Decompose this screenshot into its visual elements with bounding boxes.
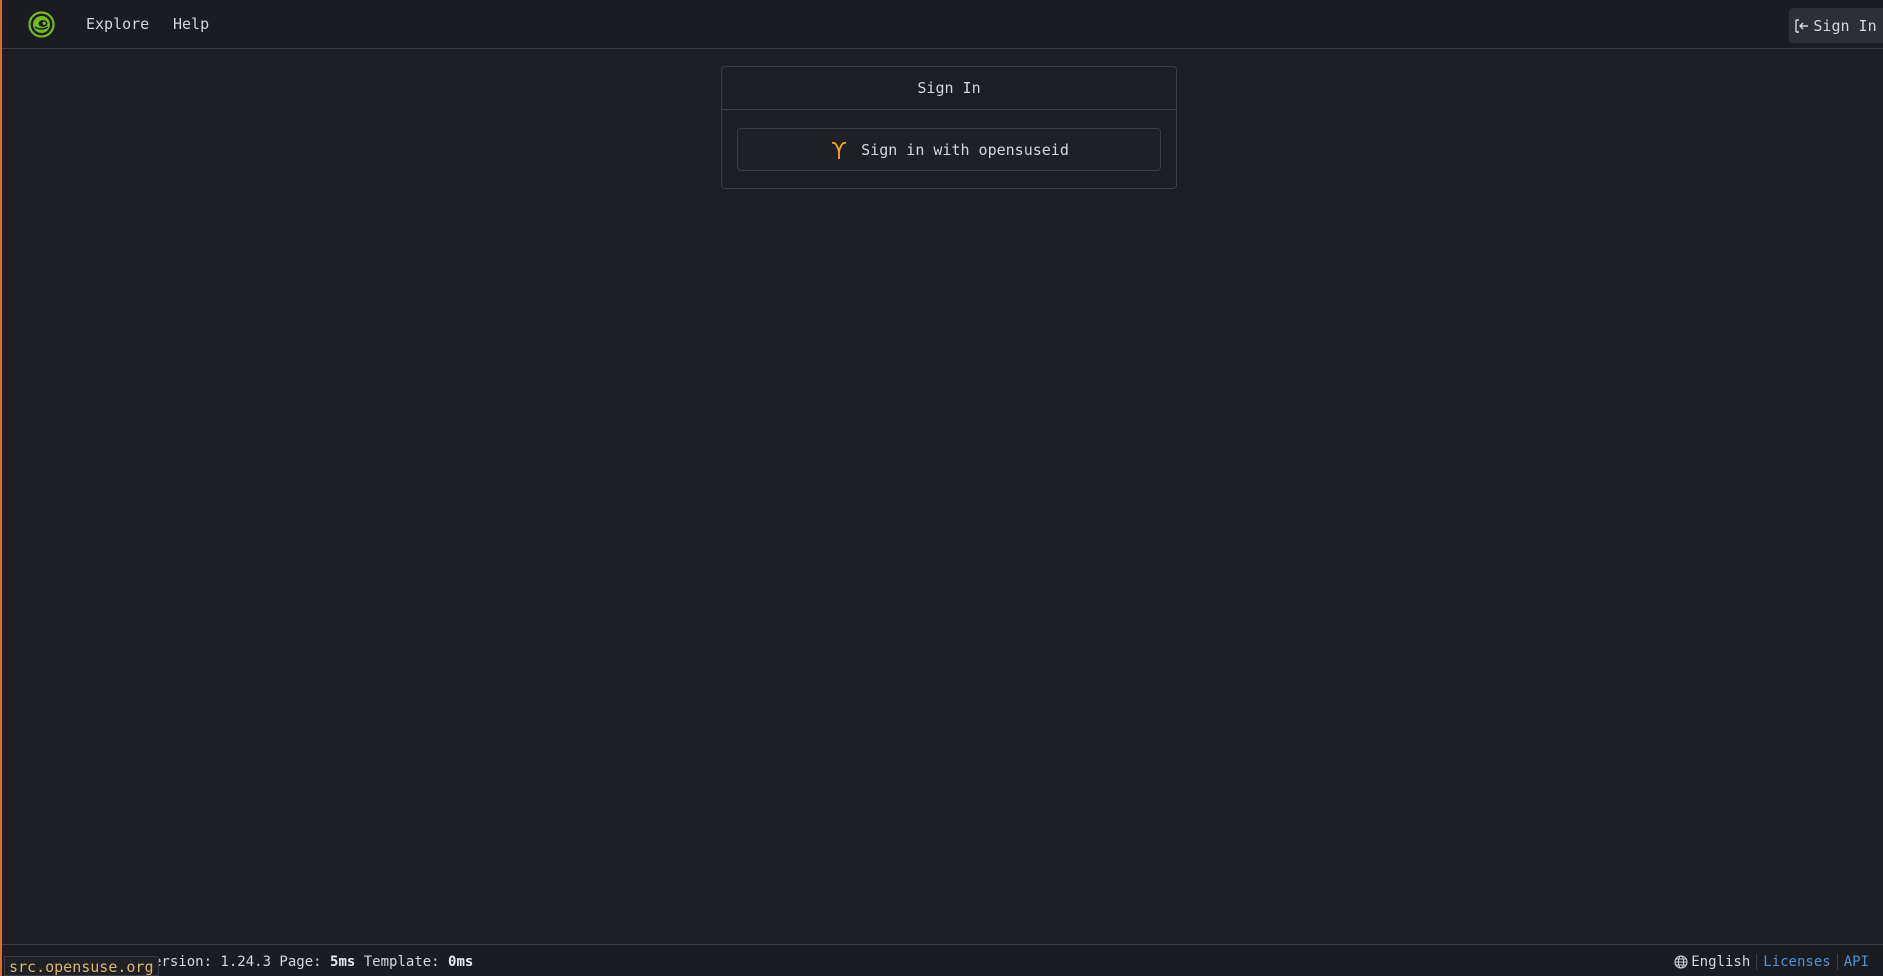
template-label: Template: bbox=[355, 954, 449, 970]
version-text: ersion: 1.24.3 Page: bbox=[153, 954, 331, 970]
api-link[interactable]: API bbox=[1838, 954, 1875, 970]
language-selector[interactable]: English bbox=[1674, 954, 1758, 970]
navbar: Explore Help Sign In bbox=[2, 0, 1883, 49]
footer-links: English Licenses API bbox=[1674, 954, 1875, 970]
page: Explore Help Sign In Sign In Sign in wit… bbox=[0, 0, 1883, 976]
licenses-link[interactable]: Licenses bbox=[1757, 954, 1838, 970]
language-label: English bbox=[1691, 954, 1751, 970]
openid-icon bbox=[831, 141, 847, 159]
page-time: 5ms bbox=[330, 954, 356, 970]
opensuse-logo-icon[interactable] bbox=[28, 11, 55, 38]
nav-help[interactable]: Help bbox=[173, 15, 209, 33]
nav-explore[interactable]: Explore bbox=[86, 15, 149, 33]
sign-in-label: Sign In bbox=[1813, 16, 1877, 35]
globe-icon bbox=[1674, 955, 1688, 969]
status-bar-url: src.opensuse.org bbox=[4, 956, 159, 976]
sign-in-card: Sign In Sign in with opensuseid bbox=[721, 66, 1177, 189]
sign-in-card-title: Sign In bbox=[722, 67, 1176, 110]
sign-in-icon bbox=[1795, 18, 1809, 33]
sign-in-button[interactable]: Sign In bbox=[1789, 8, 1883, 43]
oauth-sign-in-label: Sign in with opensuseid bbox=[861, 140, 1069, 159]
oauth-sign-in-button[interactable]: Sign in with opensuseid bbox=[737, 128, 1161, 171]
footer: ersion: 1.24.3 Page: 5ms Template: 0ms E… bbox=[2, 944, 1883, 976]
template-time: 0ms bbox=[448, 954, 474, 970]
version-info: ersion: 1.24.3 Page: 5ms Template: 0ms bbox=[153, 954, 473, 970]
